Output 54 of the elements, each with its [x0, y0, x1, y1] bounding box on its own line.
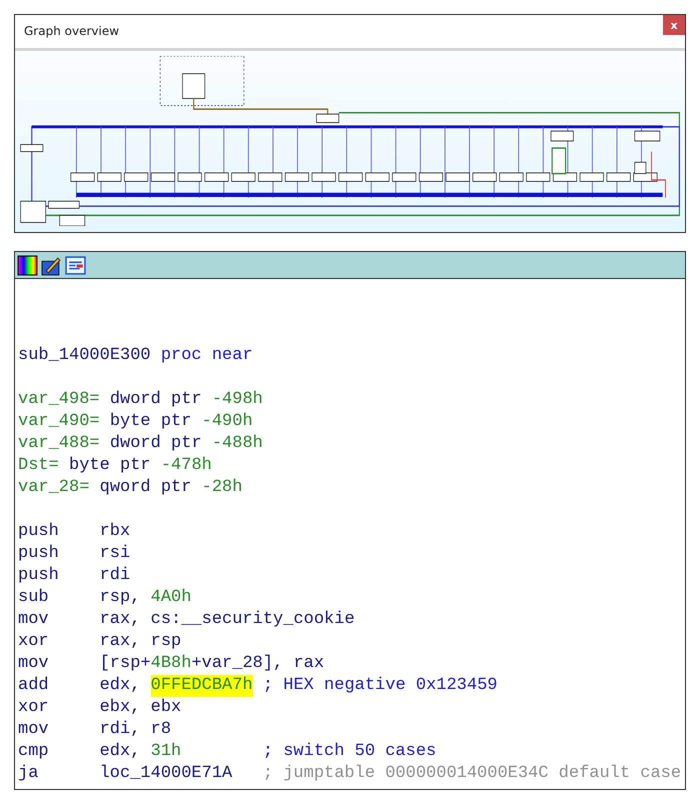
mnemonic: xor	[18, 697, 50, 719]
variable-name: var_488=	[18, 433, 100, 455]
mnemonic: xor	[18, 631, 50, 653]
mnemonic: ja	[18, 763, 40, 785]
operand: rsp,	[100, 587, 142, 609]
operand: ebx, ebx	[100, 697, 182, 719]
operand: byte ptr	[68, 455, 152, 477]
variable-name: Dst=	[18, 455, 59, 477]
close-button[interactable]: x	[663, 15, 685, 35]
operand: byte ptr	[108, 411, 192, 433]
number: -490h	[202, 411, 253, 433]
edit-pencil-icon[interactable]	[41, 254, 62, 276]
highlighted-number: 0FFEDCBA7h	[150, 675, 253, 697]
operand: rax, rsp	[100, 631, 182, 653]
function-name: sub_14000E300	[18, 345, 151, 367]
variable-name: var_28=	[18, 477, 90, 499]
graph-view-icon[interactable]	[65, 254, 86, 276]
number: -478h	[160, 455, 212, 477]
number: -498h	[212, 389, 263, 411]
operand: rsi	[100, 543, 130, 565]
mnemonic: push	[18, 565, 60, 587]
operand: +var_28], rax	[191, 653, 324, 675]
variable-name: var_498=	[18, 389, 100, 411]
mnemonic: cmp	[18, 741, 50, 763]
keyword: proc near	[160, 345, 253, 367]
number: 4A0h	[150, 587, 192, 609]
mnemonic: sub	[18, 587, 50, 609]
variable-name: var_490=	[18, 411, 100, 433]
number: 4B8h	[150, 653, 192, 675]
number: -488h	[212, 433, 263, 455]
mnemonic: mov	[18, 653, 50, 675]
comment: ; jumptable 000000014000E34C default case	[262, 763, 682, 785]
mnemonic: push	[18, 543, 60, 565]
comment: ; HEX negative 0x123459	[262, 675, 498, 697]
operand: qword ptr	[98, 477, 192, 499]
operand: [rsp+	[100, 653, 151, 675]
operand: dword ptr	[108, 389, 203, 411]
operand: edx,	[100, 741, 142, 763]
mnemonic: mov	[18, 609, 50, 631]
mnemonic: add	[18, 675, 50, 697]
operand: edx,	[100, 675, 142, 697]
mnemonic: push	[18, 521, 60, 543]
number: 31h	[150, 741, 182, 763]
operand: rdi, r8	[100, 719, 172, 741]
panel-title: Graph overview	[23, 23, 120, 38]
operand: dword ptr	[108, 433, 203, 455]
operand: rbx	[100, 521, 130, 543]
number: -28h	[202, 477, 242, 499]
mnemonic: mov	[18, 719, 50, 741]
color-palette-icon[interactable]	[17, 254, 38, 276]
operand: loc_14000E71A	[100, 763, 232, 785]
operand: rdi	[100, 565, 130, 587]
comment: ; switch 50 cases	[262, 741, 436, 763]
operand: rax, cs:__security_cookie	[100, 609, 355, 631]
